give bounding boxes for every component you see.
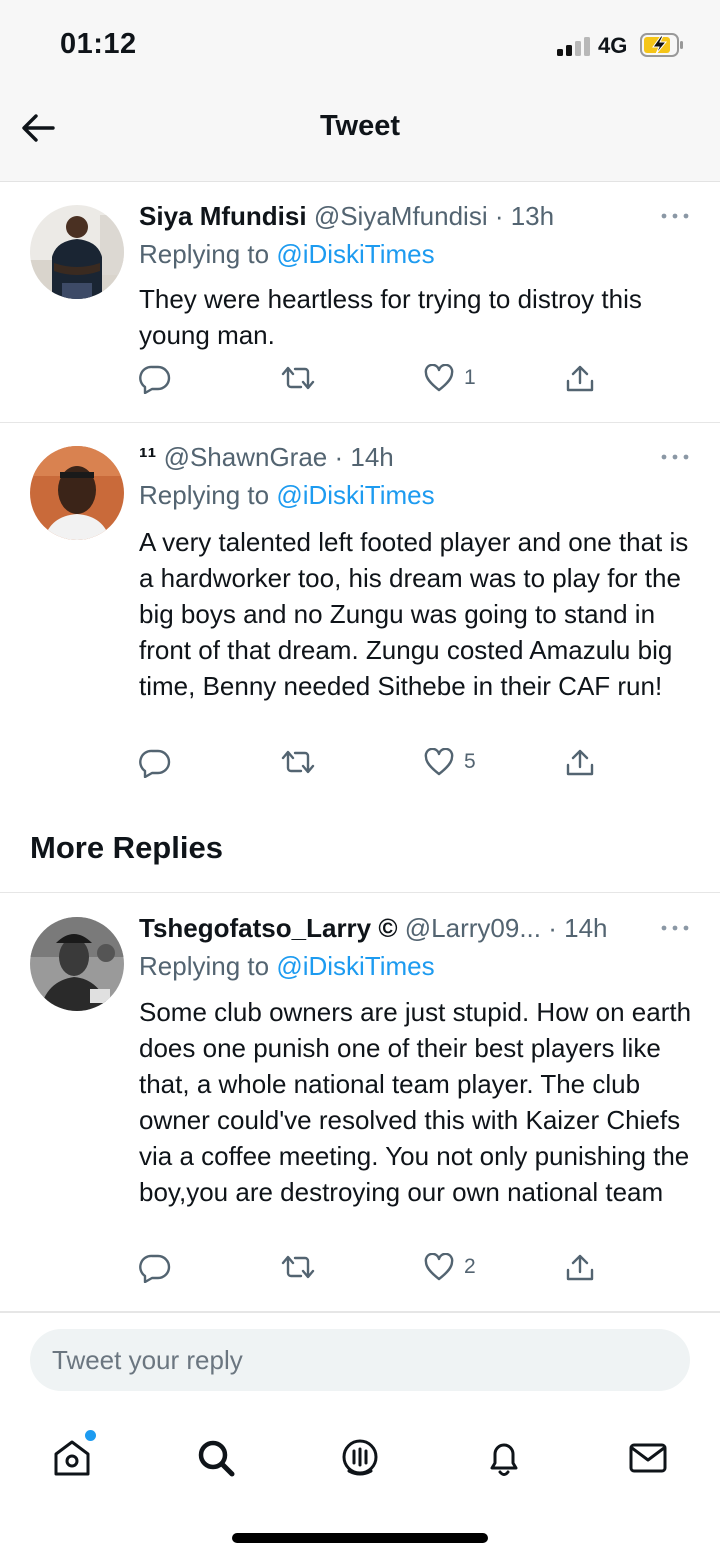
- retweet-icon: [281, 750, 315, 774]
- handle[interactable]: @SiyaMfundisi: [314, 201, 488, 231]
- reply-button[interactable]: [139, 1253, 171, 1283]
- like-count: 2: [464, 1255, 476, 1278]
- retweet-button[interactable]: [281, 364, 315, 392]
- replying-to: Replying to @iDiskiTimes: [139, 951, 435, 982]
- tweet-actions: 2: [139, 1253, 609, 1293]
- home-indicator: [232, 1533, 488, 1543]
- reply-composer: [0, 1312, 720, 1408]
- more-options-icon[interactable]: [660, 923, 690, 933]
- display-name[interactable]: ¹¹: [139, 442, 156, 472]
- replying-to: Replying to @iDiskiTimes: [139, 239, 435, 270]
- like-button[interactable]: 2: [424, 1253, 476, 1281]
- search-icon: [198, 1440, 235, 1477]
- notification-dot: [85, 1430, 96, 1441]
- replying-to-mention[interactable]: @iDiskiTimes: [276, 239, 434, 269]
- nav-home[interactable]: [42, 1428, 102, 1488]
- like-count: 1: [464, 366, 476, 389]
- share-icon: [566, 1254, 594, 1281]
- heart-icon: [424, 1253, 454, 1281]
- retweet-button[interactable]: [281, 1253, 315, 1281]
- share-button[interactable]: [565, 1253, 595, 1283]
- handle[interactable]: @Larry09...: [405, 913, 541, 943]
- network-type: 4G: [598, 33, 628, 58]
- reply-tweet[interactable]: Siya Mfundisi @SiyaMfundisi · 13h Replyi…: [0, 183, 720, 423]
- status-time: 01:12: [60, 28, 137, 60]
- spaces-icon: [342, 1439, 378, 1476]
- reply-button[interactable]: [139, 364, 171, 394]
- share-icon: [566, 365, 594, 392]
- tweet-actions: 1: [139, 364, 609, 404]
- retweet-icon: [281, 366, 315, 390]
- name-symbol: ©: [378, 913, 398, 943]
- more-options-icon[interactable]: [660, 452, 690, 462]
- display-name[interactable]: Tshegofatso_Larry: [139, 913, 371, 943]
- like-count: 5: [464, 750, 476, 773]
- retweet-button[interactable]: [281, 748, 315, 776]
- reply-tweet[interactable]: ¹¹ @ShawnGrae · 14h Replying to @iDiskiT…: [0, 424, 720, 796]
- timestamp: · 14h: [548, 913, 608, 943]
- timestamp: · 14h: [334, 442, 394, 472]
- replying-to-mention[interactable]: @iDiskiTimes: [276, 951, 434, 981]
- reply-icon: [139, 749, 171, 778]
- reply-tweet[interactable]: Tshegofatso_Larry © @Larry09... · 14h Re…: [0, 893, 720, 1312]
- reply-input[interactable]: [30, 1329, 690, 1391]
- handle[interactable]: @ShawnGrae: [164, 442, 328, 472]
- avatar[interactable]: [30, 446, 124, 540]
- top-navigation-bar: Tweet: [0, 90, 720, 182]
- tweet-actions: 5: [139, 748, 609, 788]
- replying-prefix: Replying to: [139, 951, 270, 981]
- heart-icon: [424, 748, 454, 776]
- more-replies-heading: More Replies: [30, 830, 223, 865]
- status-bar: 01:12 4G: [0, 0, 720, 90]
- share-button[interactable]: [565, 364, 595, 394]
- home-icon: [54, 1440, 90, 1476]
- page-title: Tweet: [319, 110, 401, 142]
- messages-icon: [629, 1443, 667, 1473]
- display-name[interactable]: Siya Mfundisi: [139, 201, 307, 231]
- avatar[interactable]: [30, 205, 124, 299]
- more-options-icon[interactable]: [660, 211, 690, 221]
- replying-prefix: Replying to: [139, 480, 270, 510]
- replying-to: Replying to @iDiskiTimes: [139, 480, 435, 511]
- nav-notifications[interactable]: [474, 1428, 534, 1488]
- replying-to-mention[interactable]: @iDiskiTimes: [276, 480, 434, 510]
- battery-charging-icon: [640, 33, 683, 57]
- like-button[interactable]: 5: [424, 748, 476, 776]
- nav-search[interactable]: [186, 1428, 246, 1488]
- retweet-icon: [281, 1255, 315, 1279]
- timestamp: · 13h: [494, 201, 555, 231]
- tweet-text: They were heartless for trying to distro…: [139, 284, 642, 350]
- share-button[interactable]: [565, 748, 595, 778]
- nav-spaces[interactable]: [330, 1428, 390, 1488]
- notifications-icon: [490, 1443, 518, 1476]
- avatar[interactable]: [30, 917, 124, 1011]
- replying-prefix: Replying to: [139, 239, 270, 269]
- tweet-text: A very talented left footed player and o…: [139, 527, 689, 701]
- reply-button[interactable]: [139, 748, 171, 778]
- like-button[interactable]: 1: [424, 364, 476, 392]
- nav-messages[interactable]: [618, 1428, 678, 1488]
- reply-icon: [139, 1254, 171, 1283]
- tweet-text: Some club owners are just stupid. How on…: [139, 997, 692, 1207]
- signal-icon: [557, 36, 591, 56]
- share-icon: [566, 749, 594, 776]
- heart-icon: [424, 364, 454, 392]
- reply-icon: [139, 365, 171, 394]
